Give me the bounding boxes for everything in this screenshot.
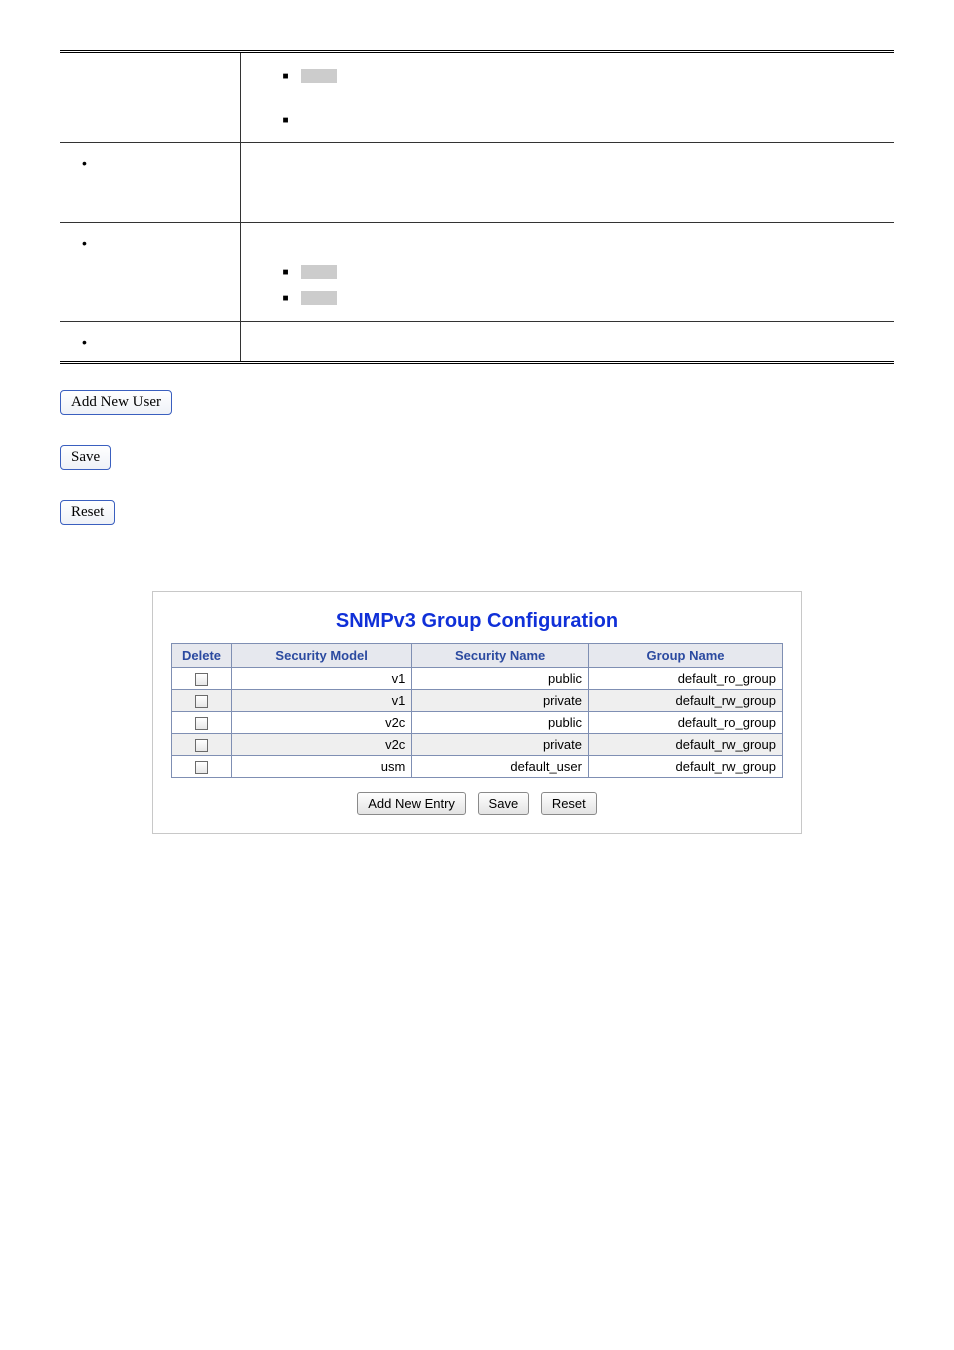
delete-checkbox[interactable] xyxy=(195,761,208,774)
th-delete: Delete xyxy=(172,644,232,668)
th-group-name: Group Name xyxy=(588,644,782,668)
row1-right xyxy=(240,52,894,143)
save-button[interactable]: Save xyxy=(60,445,111,470)
definitions-table xyxy=(60,50,894,364)
th-security-name: Security Name xyxy=(412,644,589,668)
row4-left xyxy=(60,322,240,363)
row3-left xyxy=(60,223,240,322)
gray-chip xyxy=(301,265,337,279)
panel-save-button[interactable]: Save xyxy=(478,792,530,815)
sq-item-4 xyxy=(253,285,883,311)
delete-checkbox[interactable] xyxy=(195,717,208,730)
cell-security-name: public xyxy=(412,668,589,690)
table-row: v1 public default_ro_group xyxy=(172,668,783,690)
add-new-entry-button[interactable]: Add New Entry xyxy=(357,792,466,815)
gray-chip xyxy=(301,291,337,305)
cell-group-name: default_rw_group xyxy=(588,690,782,712)
gray-chip xyxy=(301,69,337,83)
cell-group-name: default_rw_group xyxy=(588,756,782,778)
add-new-user-button[interactable]: Add New User xyxy=(60,390,172,415)
cell-security-name: default_user xyxy=(412,756,589,778)
cell-security-model: v1 xyxy=(232,690,412,712)
snmpv3-group-config-panel: SNMPv3 Group Configuration Delete Securi… xyxy=(152,591,802,834)
bullet-item xyxy=(72,233,228,252)
delete-checkbox[interactable] xyxy=(195,739,208,752)
delete-checkbox[interactable] xyxy=(195,695,208,708)
cell-security-name: public xyxy=(412,712,589,734)
table-row: usm default_user default_rw_group xyxy=(172,756,783,778)
bullet-item xyxy=(72,332,228,351)
cell-security-model: v1 xyxy=(232,668,412,690)
panel-button-row: Add New Entry Save Reset xyxy=(171,792,783,815)
cell-security-model: v2c xyxy=(232,734,412,756)
table-row: v2c private default_rw_group xyxy=(172,734,783,756)
row2-right xyxy=(240,143,894,223)
sq-item-2 xyxy=(253,109,883,132)
bullet-item xyxy=(72,153,228,172)
row2-left xyxy=(60,143,240,223)
cell-security-name: private xyxy=(412,690,589,712)
cell-group-name: default_ro_group xyxy=(588,712,782,734)
cell-group-name: default_rw_group xyxy=(588,734,782,756)
table-row: v2c public default_ro_group xyxy=(172,712,783,734)
panel-reset-button[interactable]: Reset xyxy=(541,792,597,815)
sq-item-3 xyxy=(253,259,883,285)
row1-left xyxy=(60,52,240,143)
sq-item-1 xyxy=(253,63,883,89)
row3-right xyxy=(240,223,894,322)
cell-security-name: private xyxy=(412,734,589,756)
th-security-model: Security Model xyxy=(232,644,412,668)
cell-group-name: default_ro_group xyxy=(588,668,782,690)
reset-button[interactable]: Reset xyxy=(60,500,115,525)
panel-title: SNMPv3 Group Configuration xyxy=(171,610,783,633)
table-header-row: Delete Security Model Security Name Grou… xyxy=(172,644,783,668)
delete-checkbox[interactable] xyxy=(195,673,208,686)
table-row: v1 private default_rw_group xyxy=(172,690,783,712)
cell-security-model: usm xyxy=(232,756,412,778)
row4-right xyxy=(240,322,894,363)
group-config-table: Delete Security Model Security Name Grou… xyxy=(171,643,783,778)
cell-security-model: v2c xyxy=(232,712,412,734)
